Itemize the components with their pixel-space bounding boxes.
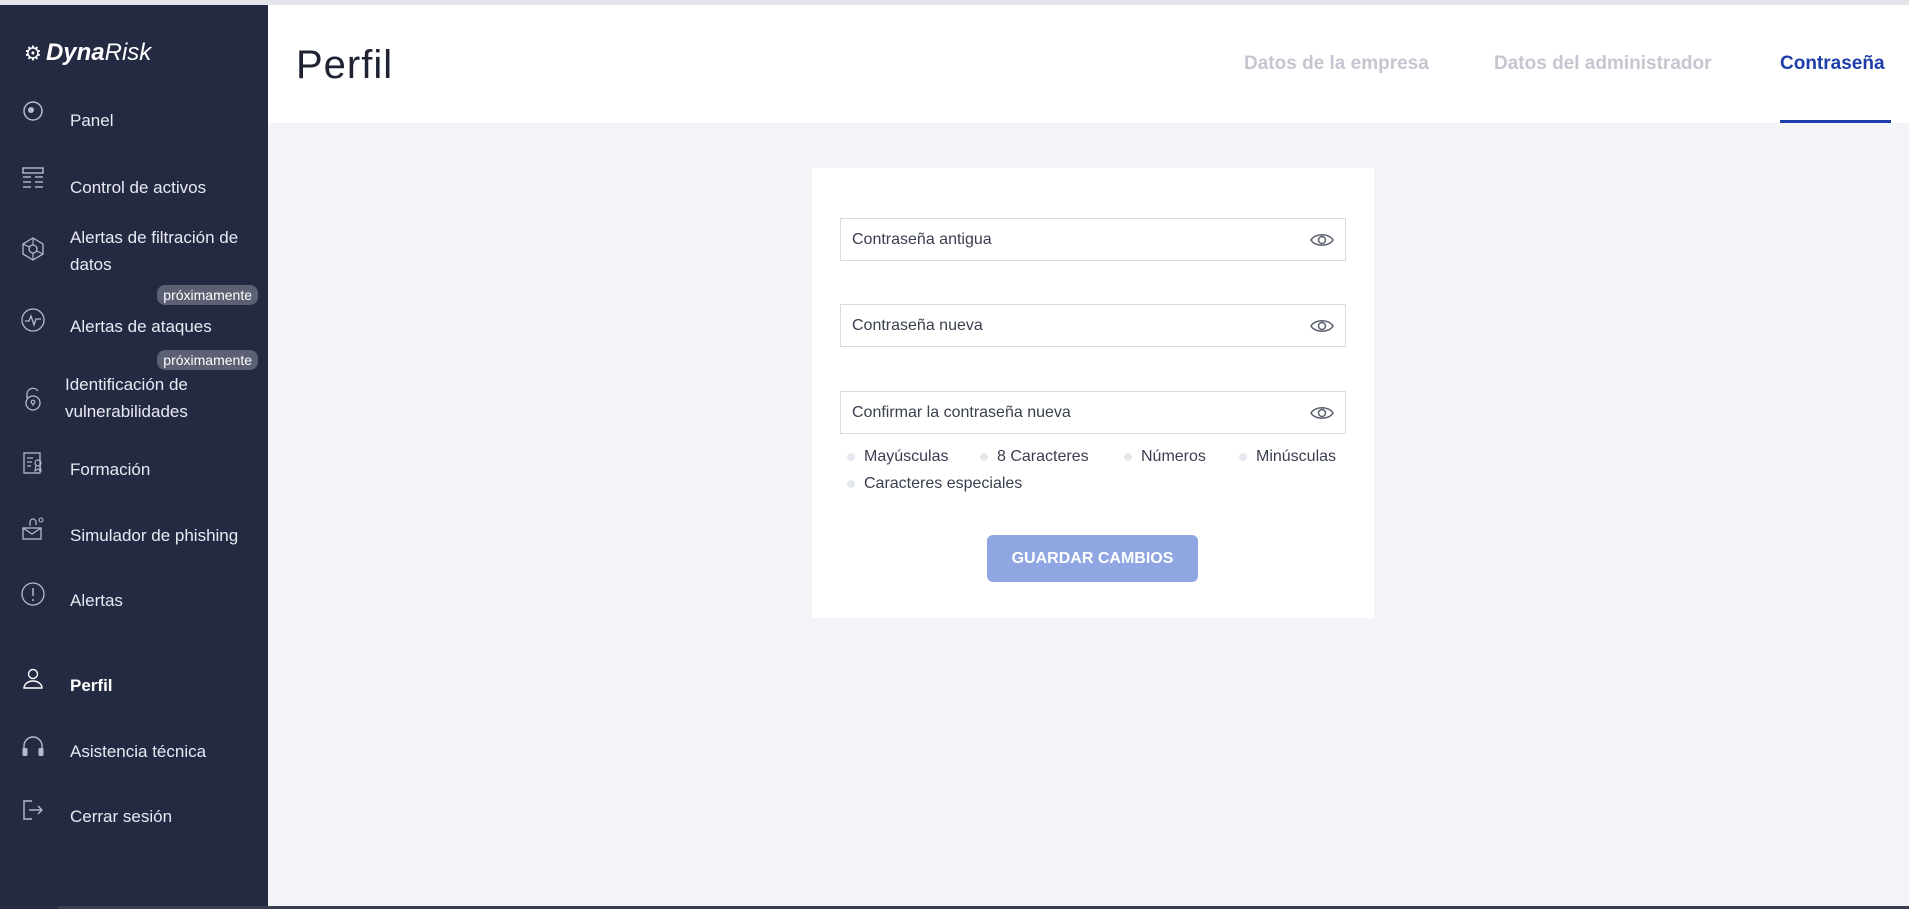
sidebar-item-panel[interactable]: Panel <box>0 98 268 138</box>
data-leak-icon <box>20 236 46 262</box>
sidebar-item-data-leak-alerts[interactable]: Alertas de filtración de datos <box>0 220 268 280</box>
sidebar-item-alerts[interactable]: Alertas <box>0 580 268 620</box>
sidebar-item-label: Alertas de filtración de datos <box>70 228 239 274</box>
tab-company-data[interactable]: Datos de la empresa <box>1244 53 1429 75</box>
sidebar-item-label: Cerrar sesión <box>70 807 173 826</box>
brand-name-bold: Dyna <box>45 39 105 66</box>
coming-soon-badge: próximamente <box>157 350 258 370</box>
logout-icon <box>20 797 46 823</box>
sidebar-item-training[interactable]: Formación <box>0 449 268 489</box>
requirement-dot <box>980 453 988 461</box>
requirement-length: 8 Caracteres <box>980 448 1089 466</box>
gear-logo-icon: ⚙ <box>24 42 42 65</box>
sidebar-item-vulnerability-identification[interactable]: Identificación de vulnerabilidades <box>0 371 268 429</box>
confirm-password-input[interactable] <box>841 392 1303 433</box>
headset-icon <box>20 733 46 759</box>
requirement-label: Caracteres especiales <box>864 475 1023 492</box>
tab-password[interactable]: Contraseña <box>1780 53 1885 75</box>
sidebar-item-logout[interactable]: Cerrar sesión <box>0 795 268 835</box>
requirement-uppercase: Mayúsculas <box>847 448 948 466</box>
requirement-special-chars: Caracteres especiales <box>847 475 1022 493</box>
sidebar: ⚙ Dyna Risk Panel Control de activos Aler… <box>0 5 268 909</box>
save-changes-button[interactable]: GUARDAR CAMBIOS <box>987 535 1198 582</box>
sidebar-item-label: Control de activos <box>70 178 207 197</box>
main-content: Mayúsculas 8 Caracteres Números Minúscul… <box>268 123 1909 909</box>
sidebar-item-label: Asistencia técnica <box>70 742 207 761</box>
old-password-input[interactable] <box>841 219 1303 260</box>
page-title: Perfil <box>296 43 394 87</box>
eye-icon[interactable] <box>1309 315 1335 337</box>
sidebar-item-label: Simulador de phishing <box>70 526 239 545</box>
alert-icon <box>20 581 46 607</box>
sidebar-item-label: Formación <box>70 460 151 479</box>
new-password-input[interactable] <box>841 305 1303 346</box>
pulse-icon <box>20 307 46 333</box>
sidebar-item-asset-control[interactable]: Control de activos <box>0 165 268 205</box>
brand-name-light: Risk <box>104 39 152 66</box>
lock-icon <box>20 386 46 412</box>
brand-logo[interactable]: ⚙ Dyna Risk <box>24 39 151 67</box>
page-header: Perfil Datos de la empresa Datos del adm… <box>268 5 1909 123</box>
requirement-dot <box>1124 453 1132 461</box>
asset-control-icon <box>20 165 46 191</box>
sidebar-item-label: Alertas de ataques <box>70 317 212 336</box>
password-form-card: Mayúsculas 8 Caracteres Números Minúscul… <box>812 168 1374 618</box>
sidebar-item-label: Perfil <box>70 676 113 695</box>
sidebar-item-profile[interactable]: Perfil <box>0 664 268 704</box>
requirement-label: Minúsculas <box>1256 448 1337 465</box>
tab-admin-data[interactable]: Datos del administrador <box>1494 53 1712 75</box>
new-password-field <box>840 304 1346 347</box>
user-icon <box>20 666 46 692</box>
coming-soon-badge: próximamente <box>157 285 258 305</box>
old-password-field <box>840 218 1346 261</box>
training-icon <box>20 450 46 476</box>
sidebar-item-label: Alertas <box>70 591 123 610</box>
phishing-icon <box>20 516 46 542</box>
sidebar-item-label: Identificación de vulnerabilidades <box>65 375 188 421</box>
requirement-dot <box>1239 453 1247 461</box>
eye-icon[interactable] <box>1309 229 1335 251</box>
sidebar-item-label: Panel <box>70 111 114 130</box>
eye-icon[interactable] <box>1309 402 1335 424</box>
requirement-label: Mayúsculas <box>864 448 949 465</box>
panel-icon <box>20 98 46 124</box>
confirm-password-field <box>840 391 1346 434</box>
requirement-dot <box>847 453 855 461</box>
requirement-label: 8 Caracteres <box>997 448 1089 465</box>
requirement-label: Números <box>1141 448 1206 465</box>
sidebar-item-attack-alerts[interactable]: Alertas de ataques <box>0 306 268 346</box>
sidebar-item-tech-support[interactable]: Asistencia técnica <box>0 730 268 770</box>
requirement-lowercase: Minúsculas <box>1239 448 1336 466</box>
requirement-numbers: Números <box>1124 448 1206 466</box>
requirement-dot <box>847 480 855 488</box>
sidebar-item-phishing-simulator[interactable]: Simulador de phishing <box>0 515 268 555</box>
